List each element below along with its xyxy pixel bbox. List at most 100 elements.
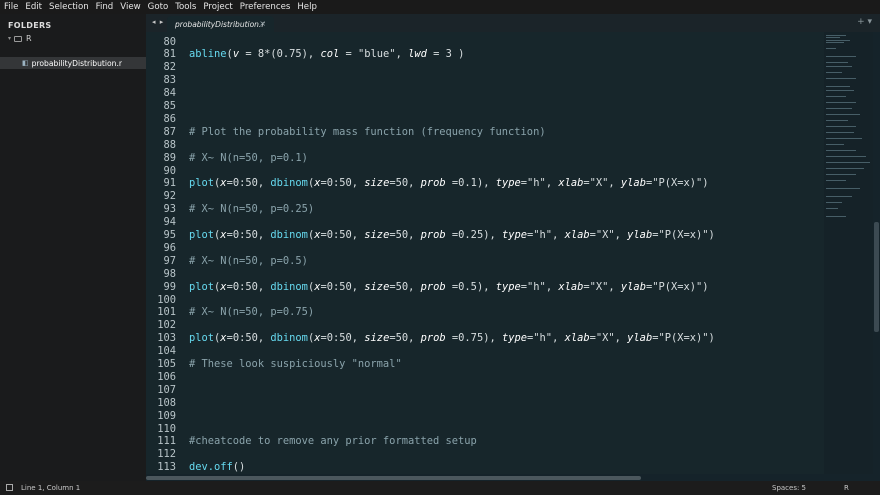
new-tab-dropdown-icon[interactable]: + ▾ — [857, 17, 872, 27]
code-line[interactable]: 89 # X~ N(n=50, p=0.1) — [146, 151, 824, 164]
code-line[interactable]: 112 — [146, 448, 824, 461]
code-token: ), — [476, 177, 496, 190]
minimap-line — [826, 102, 856, 103]
line-number: 89 — [163, 151, 176, 164]
code-text: # These look suspiciously "normal" — [189, 358, 402, 370]
code-line[interactable]: 84 — [146, 87, 824, 100]
code-line[interactable]: 94 — [146, 216, 824, 229]
code-token: 50 — [339, 229, 352, 241]
code-line[interactable]: 111 #cheatcode to remove any prior format… — [146, 435, 824, 448]
code-line[interactable]: 83 — [146, 74, 824, 87]
code-text: # X~ N(n=50, p=0.5) — [189, 255, 308, 267]
code-line[interactable]: 102 — [146, 319, 824, 332]
code-token: ylab — [620, 280, 646, 293]
menu-file[interactable]: File — [4, 0, 18, 14]
code-line[interactable]: 93 # X~ N(n=50, p=0.25) — [146, 203, 824, 216]
code-text: # X~ N(n=50, p=0.1) — [189, 152, 308, 164]
code-token: 0.25 — [458, 229, 484, 241]
horizontal-scrollbar[interactable] — [146, 474, 880, 481]
code-line[interactable]: 104 — [146, 345, 824, 358]
code-line[interactable]: 101 # X~ N(n=50, p=0.75) — [146, 306, 824, 319]
code-token: dev.off — [189, 461, 233, 474]
tab-label: probabilityDistribution.r — [175, 19, 265, 29]
minimap-line — [826, 202, 842, 203]
code-line[interactable]: 87 # Plot the probability mass function (… — [146, 125, 824, 138]
horizontal-scroll-thumb[interactable] — [146, 476, 641, 480]
code-line[interactable]: 99 plot(x=0:50, dbinom(x=0:50, size=50, p… — [146, 280, 824, 293]
minimap-line — [826, 120, 848, 121]
code-token: 0.75 — [276, 48, 302, 61]
tab-probabilityDistribution[interactable]: probabilityDistribution.r × — [167, 16, 274, 32]
vertical-scroll-thumb[interactable] — [874, 222, 879, 332]
code-token: = — [426, 48, 446, 61]
line-number: 110 — [157, 422, 176, 435]
minimap-line — [826, 78, 856, 79]
code-line[interactable]: 96 — [146, 241, 824, 254]
minimap-line — [826, 168, 864, 169]
file-icon: ◧ — [22, 59, 29, 67]
code-line[interactable]: 82 — [146, 61, 824, 74]
code-line[interactable]: 92 — [146, 190, 824, 203]
chevron-down-icon[interactable]: ▾ — [8, 35, 11, 42]
code-token: , — [351, 177, 365, 190]
code-line[interactable]: 113 dev.off() — [146, 461, 824, 474]
minimap[interactable] — [824, 32, 873, 474]
code-editor[interactable]: 80 81 abline(v = 8*(0.75), col = "blue", l… — [146, 32, 824, 474]
code-line[interactable]: 85 — [146, 100, 824, 113]
minimap-line — [826, 150, 856, 151]
code-line[interactable]: 98 — [146, 267, 824, 280]
minimap-line — [826, 86, 850, 87]
code-line[interactable]: 106 — [146, 370, 824, 383]
code-line[interactable]: 97 # X~ N(n=50, p=0.5) — [146, 254, 824, 267]
close-icon[interactable]: × — [259, 19, 266, 28]
minimap-line — [826, 90, 854, 91]
menu-tools[interactable]: Tools — [175, 0, 196, 14]
menu-find[interactable]: Find — [96, 0, 114, 14]
vertical-scrollbar[interactable] — [873, 32, 880, 474]
menu-view[interactable]: View — [120, 0, 140, 14]
indentation-setting[interactable]: Spaces: 5 — [772, 484, 806, 492]
line-number: 87 — [163, 125, 176, 138]
code-line[interactable]: 107 — [146, 383, 824, 396]
menu-project[interactable]: Project — [203, 0, 232, 14]
code-text: # Plot the probability mass function (fr… — [189, 126, 546, 138]
menu-edit[interactable]: Edit — [25, 0, 42, 14]
code-line[interactable]: 95 plot(x=0:50, dbinom(x=0:50, size=50, p… — [146, 229, 824, 242]
menu-help[interactable]: Help — [297, 0, 317, 14]
code-text: plot(x=0:50, dbinom(x=0:50, size=50, pro… — [189, 229, 715, 241]
code-token: ) — [702, 177, 709, 190]
code-line[interactable]: 80 — [146, 35, 824, 48]
code-line[interactable]: 86 — [146, 112, 824, 125]
line-number: 105 — [157, 358, 176, 370]
line-number: 101 — [157, 306, 176, 319]
minimap-line — [826, 114, 860, 115]
folders-heading: FOLDERS — [8, 21, 52, 30]
code-line[interactable]: 109 — [146, 409, 824, 422]
menu-goto[interactable]: Goto — [148, 0, 169, 14]
tab-navigation-arrows-icon[interactable]: ◂ ▸ — [152, 18, 164, 26]
code-token: plot — [189, 280, 215, 293]
code-token: #cheatcode to remove any prior formatted… — [189, 435, 477, 448]
code-line[interactable]: 110 — [146, 422, 824, 435]
folder-r[interactable]: ▾ R — [8, 33, 32, 44]
code-line[interactable]: 91 plot(x=0:50, dbinom(x=0:50, size=50, p… — [146, 177, 824, 190]
menu-selection[interactable]: Selection — [49, 0, 89, 14]
minimap-line — [826, 216, 846, 217]
syntax-mode[interactable]: R — [844, 484, 849, 492]
code-token: "P(X=x)" — [652, 280, 703, 293]
file-probabilityDistribution[interactable]: ◧ probabilityDistribution.r — [0, 57, 146, 69]
menu-preferences[interactable]: Preferences — [240, 0, 291, 14]
code-token: 0.1 — [458, 177, 477, 190]
code-line[interactable]: 103 plot(x=0:50, dbinom(x=0:50, size=50, … — [146, 332, 824, 345]
code-token: # These look suspiciously "normal" — [189, 358, 402, 370]
code-token: "P(X=x)" — [652, 177, 703, 190]
code-line[interactable]: 90 — [146, 164, 824, 177]
code-line[interactable]: 108 — [146, 396, 824, 409]
code-line[interactable]: 81 abline(v = 8*(0.75), col = "blue", lwd… — [146, 48, 824, 61]
code-line[interactable]: 105 # These look suspiciously "normal" — [146, 358, 824, 371]
code-line[interactable]: 100 — [146, 293, 824, 306]
minimap-line — [826, 35, 846, 36]
code-token: # X~ N(n=50, p=0.5) — [189, 254, 308, 267]
code-line[interactable]: 88 — [146, 138, 824, 151]
panel-toggle-icon[interactable] — [6, 484, 13, 491]
